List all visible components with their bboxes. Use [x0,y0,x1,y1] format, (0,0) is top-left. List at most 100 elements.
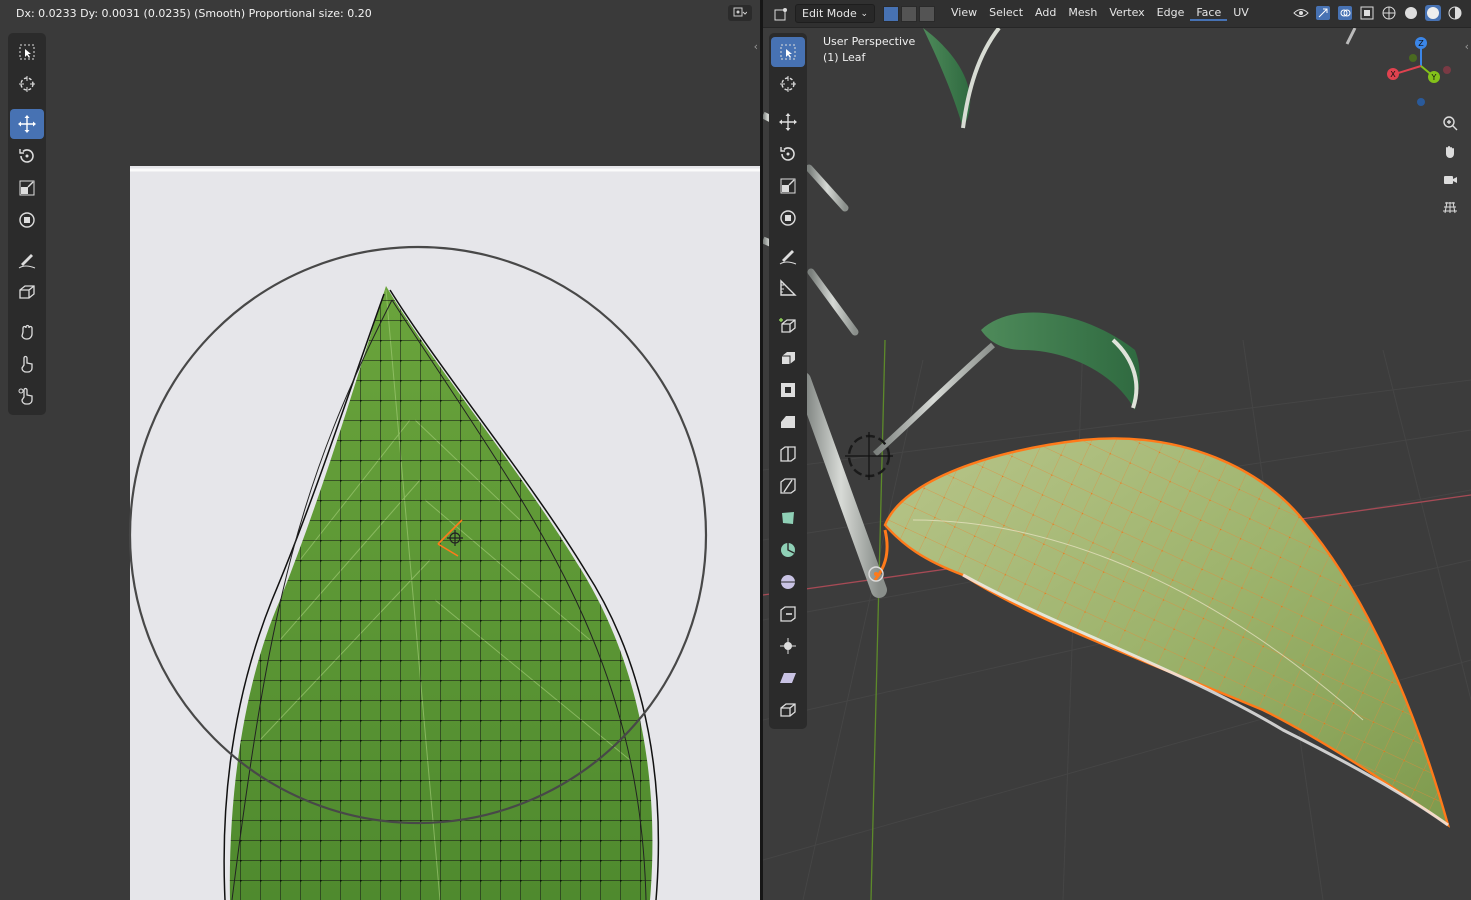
rotate-icon [19,149,34,163]
uv-editor-panel[interactable]: Dx: 0.0233 Dy: 0.0031 (0.0235) (Smooth) … [0,0,760,900]
cursor-tool-3d[interactable] [771,69,805,99]
edge-slide-tool[interactable] [771,599,805,629]
add-cube-tool[interactable] [771,311,805,341]
add-cube-icon [779,318,796,333]
viewport-menu: View Select Add Mesh Vertex Edge Face UV [945,6,1255,21]
mode-dropdown[interactable]: Edit Mode ⌄ [795,4,875,23]
vertex-select-mode-button[interactable] [883,5,899,22]
cursor-tool[interactable] [10,69,44,99]
grab-tool[interactable] [10,317,44,347]
select-mode-group [881,5,935,22]
extrude-icon [782,352,795,364]
hand-icon [1446,146,1454,158]
menu-vertex[interactable]: Vertex [1103,6,1150,21]
collapse-sidebar-arrow-right[interactable]: ‹ [1465,40,1469,53]
pan-button[interactable] [1439,140,1461,162]
select-box-tool-3d[interactable] [771,37,805,67]
rotate-icon [780,147,795,161]
shrink-fatten-tool[interactable] [771,631,805,661]
material-preview-icon[interactable] [1425,5,1441,21]
move-tool-3d[interactable] [771,107,805,137]
y-axis-line [870,339,886,900]
spin-icon [781,543,795,557]
rip-region-tool[interactable] [10,277,44,307]
menu-select[interactable]: Select [983,6,1029,21]
active-object-label: (1) Leaf [823,51,866,64]
loop-cut-tool[interactable] [771,439,805,469]
scale-tool[interactable] [10,173,44,203]
mode-label: Edit Mode [802,7,857,20]
cursor-icon [780,76,796,92]
ruler-icon [780,279,797,296]
menu-add[interactable]: Add [1029,6,1062,21]
solid-shading-icon[interactable] [1403,5,1419,21]
transform-icon [780,210,796,226]
inset-tool[interactable] [771,375,805,405]
xray-icon[interactable] [1359,5,1375,21]
viewport-header: Edit Mode ⌄ View Select Add Mesh Vertex E… [763,0,1471,28]
small-leaf-stem [872,342,995,457]
extrude-tool[interactable] [771,343,805,373]
select-box-icon [780,44,796,60]
annotate-tool[interactable] [10,245,44,275]
scale-icon [780,178,796,194]
rip-region-tool-3d[interactable] [771,695,805,725]
knife-icon [780,478,796,494]
chevron-down-icon: ⌄ [860,8,868,19]
bevel-tool[interactable] [771,407,805,437]
overlays-icon[interactable] [1337,5,1353,21]
menu-face[interactable]: Face [1190,6,1228,21]
edge-slide-icon [780,606,796,622]
header-right-controls [1293,5,1463,21]
zoom-button[interactable] [1439,112,1461,134]
smooth-icon [781,575,795,589]
gizmo-y-label: Y [1431,73,1437,82]
pinch-tool[interactable] [10,381,44,411]
ortho-toggle-button[interactable] [1439,196,1461,218]
cursor-icon [19,76,35,92]
annotate-tool-3d[interactable] [771,241,805,271]
navigation-gizmo[interactable]: Z X Y [1381,34,1461,114]
gizmo-x-label: X [1390,70,1396,79]
relax-hand-icon [21,355,33,373]
select-box-tool[interactable] [10,37,44,67]
rotate-tool-3d[interactable] [771,139,805,169]
smooth-tool[interactable] [771,567,805,597]
zoom-icon [1443,116,1458,131]
editor-type-icon[interactable] [773,6,789,22]
move-tool[interactable] [10,109,44,139]
shear-tool[interactable] [771,663,805,693]
transform-tool[interactable] [10,205,44,235]
edge-select-mode-button[interactable] [901,5,917,22]
relax-tool[interactable] [10,349,44,379]
rendered-shading-icon[interactable] [1447,5,1463,21]
menu-uv[interactable]: UV [1227,6,1255,21]
menu-edge[interactable]: Edge [1151,6,1191,21]
wireframe-shading-icon[interactable] [1381,5,1397,21]
transform-tool-3d[interactable] [771,203,805,233]
camera-icon [1444,176,1457,184]
measure-tool[interactable] [771,273,805,303]
scale-tool-3d[interactable] [771,171,805,201]
annotate-icon [18,254,36,269]
visibility-icon[interactable] [1293,5,1309,21]
3d-viewport-panel[interactable]: Edit Mode ⌄ View Select Add Mesh Vertex E… [763,0,1471,900]
pinch-hand-icon [18,387,33,405]
menu-mesh[interactable]: Mesh [1062,6,1103,21]
uv-canvas[interactable] [0,0,760,900]
rotate-tool[interactable] [10,141,44,171]
stem-segment-lower [807,268,859,336]
inset-icon [781,383,795,397]
rip-region-icon [780,703,796,717]
face-select-mode-button[interactable] [919,5,935,22]
view-info-overlay: User Perspective (1) Leaf [823,34,915,66]
rip-region-icon [19,285,35,299]
menu-view[interactable]: View [945,6,983,21]
gizmo-toggle-icon[interactable] [1315,5,1331,21]
viewport-scene[interactable] [763,0,1471,900]
poly-build-tool[interactable] [771,503,805,533]
bevel-icon [781,416,795,428]
spin-tool[interactable] [771,535,805,565]
knife-tool[interactable] [771,471,805,501]
camera-view-button[interactable] [1439,168,1461,190]
